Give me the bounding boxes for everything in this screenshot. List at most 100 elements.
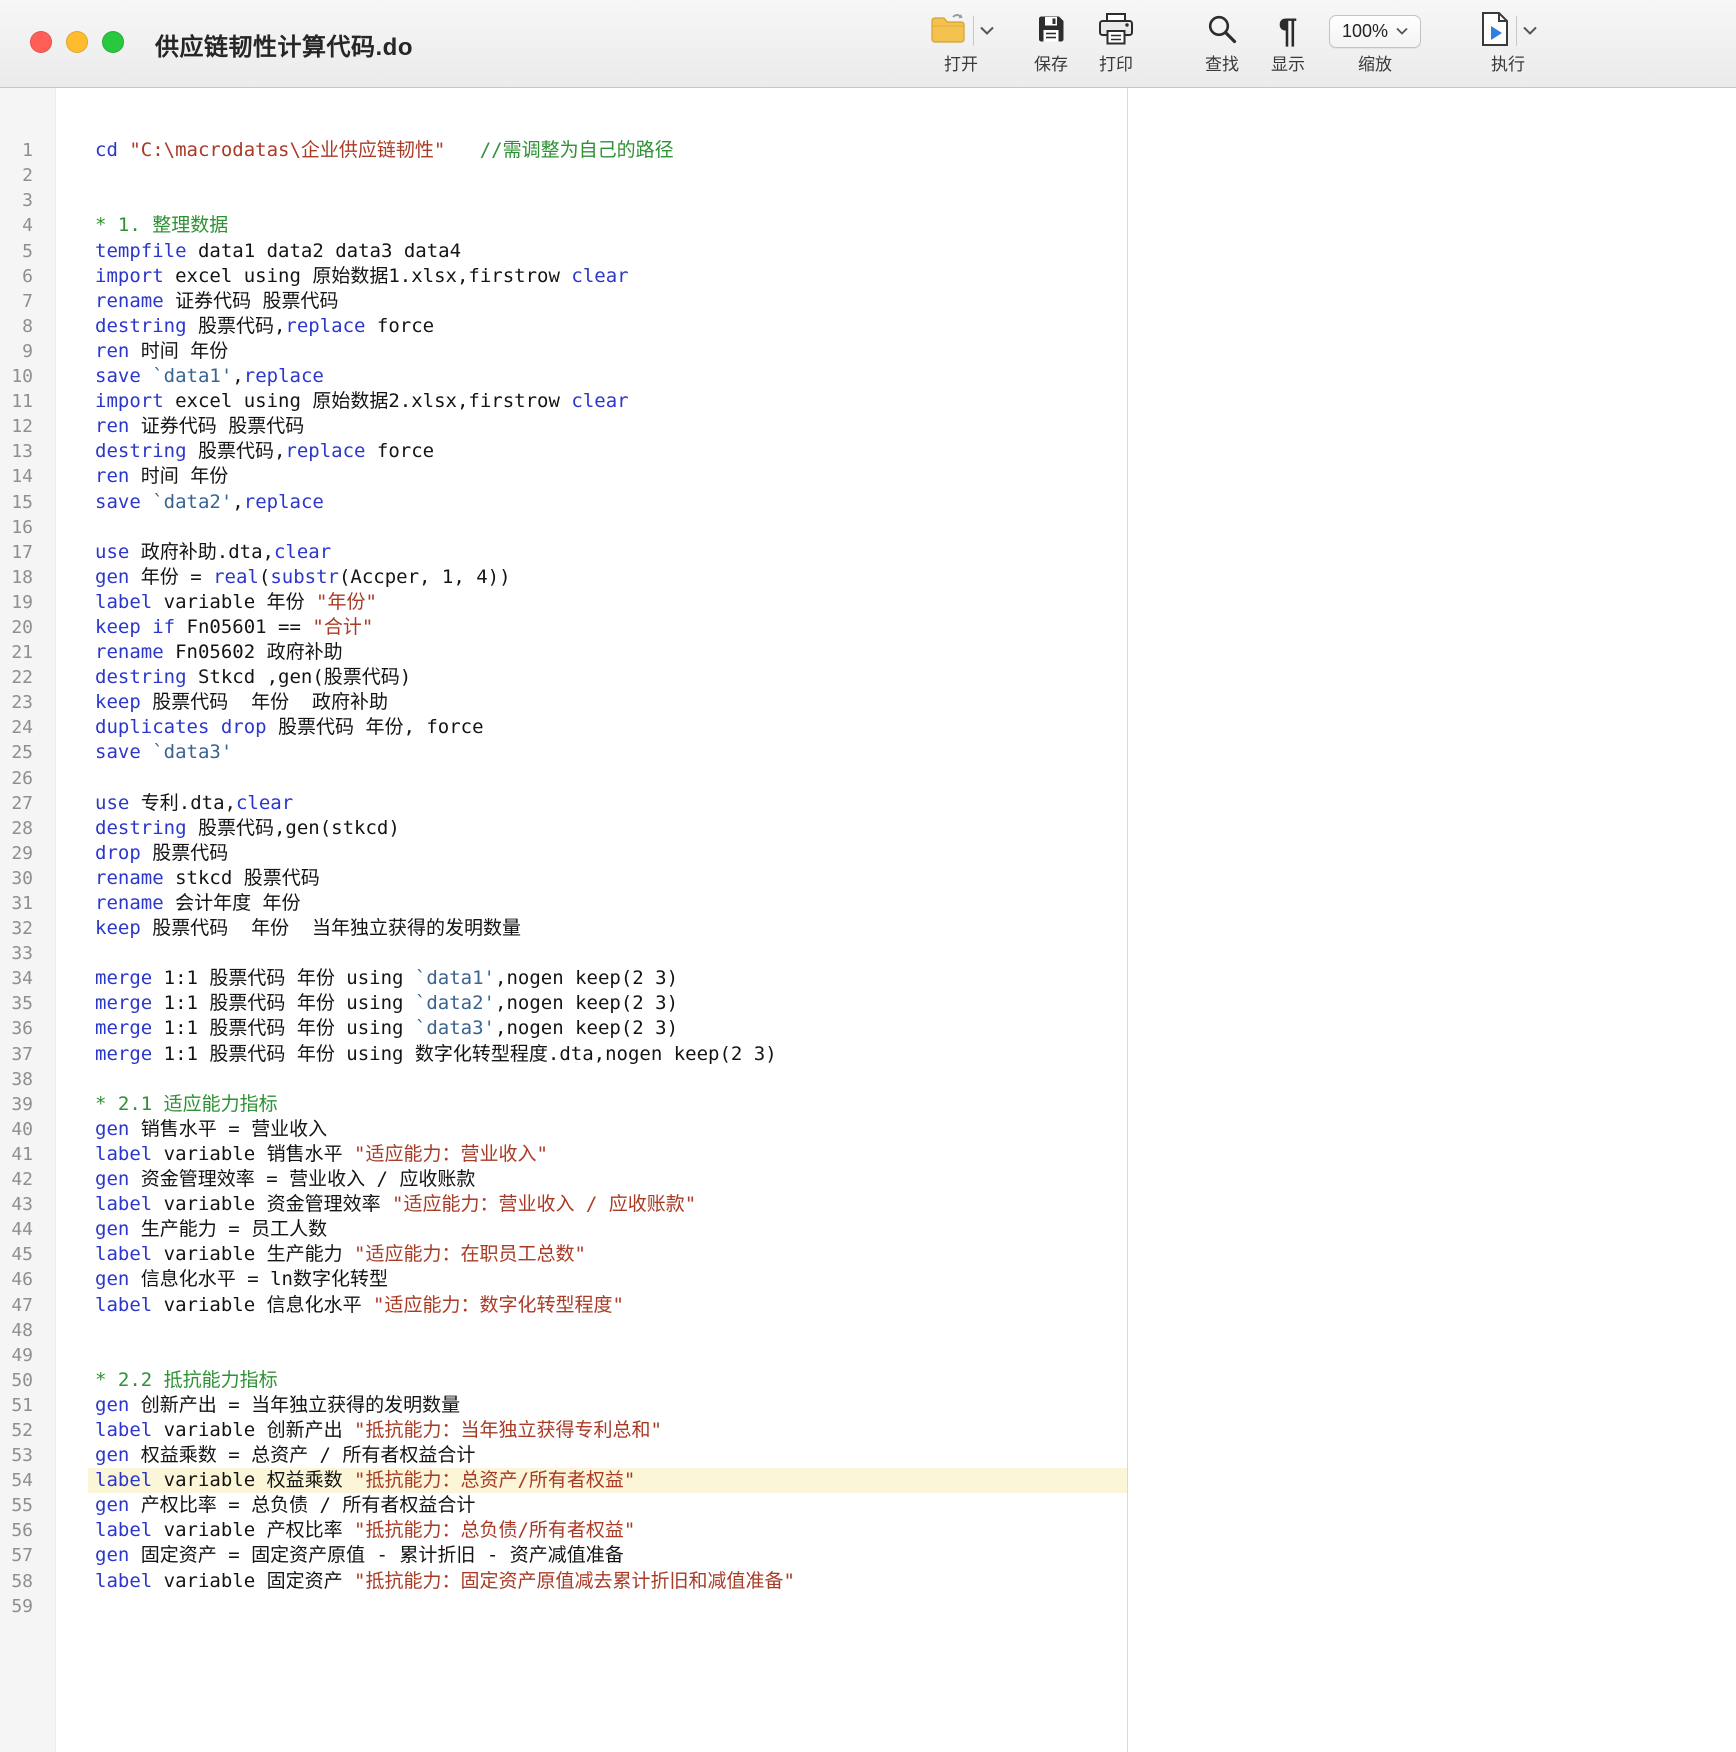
toolbar-show[interactable]: ¶ 显示 (1258, 7, 1318, 75)
code-line[interactable]: 58label variable 固定资产 "抵抗能力：固定资产原值减去累计折旧… (0, 1569, 1127, 1594)
code-line[interactable]: 3 (0, 188, 1127, 213)
code-line[interactable]: 45label variable 生产能力 "适应能力：在职员工总数" (0, 1242, 1127, 1267)
code-line[interactable]: 28destring 股票代码,gen(stkcd) (0, 816, 1127, 841)
code-line[interactable]: 16 (0, 515, 1127, 540)
code-line[interactable]: 50* 2.2 抵抗能力指标 (0, 1368, 1127, 1393)
zoom-label: 缩放 (1358, 55, 1392, 75)
line-number: 36 (0, 1016, 56, 1041)
code-line[interactable]: 53gen 权益乘数 = 总资产 / 所有者权益合计 (0, 1443, 1127, 1468)
code-line[interactable]: 10save `data1',replace (0, 364, 1127, 389)
code-line[interactable]: 26 (0, 766, 1127, 791)
close-button[interactable] (30, 31, 52, 53)
toolbar-print[interactable]: 打印 (1086, 7, 1146, 75)
code-line[interactable]: 55gen 产权比率 = 总负债 / 所有者权益合计 (0, 1493, 1127, 1518)
code-line[interactable]: 37merge 1:1 股票代码 年份 using 数字化转型程度.dta,no… (0, 1042, 1127, 1067)
code-line[interactable]: 1cd "C:\macrodatas\企业供应链韧性" //需调整为自己的路径 (0, 138, 1127, 163)
code-line[interactable]: 13 destring 股票代码,replace force (0, 439, 1127, 464)
code-line[interactable]: 41label variable 销售水平 "适应能力：营业收入" (0, 1142, 1127, 1167)
run-do-icon[interactable] (1480, 11, 1510, 52)
code-text: label variable 资金管理效率 "适应能力：营业收入 / 应收账款" (88, 1192, 1127, 1217)
toolbar-save[interactable]: 保存 (1021, 7, 1081, 75)
code-line[interactable]: 49 (0, 1343, 1127, 1368)
code-text: gen 资金管理效率 = 营业收入 / 应收账款 (88, 1167, 1127, 1192)
code-line[interactable]: 2 (0, 163, 1127, 188)
code-line[interactable]: 19label variable 年份 "年份" (0, 590, 1127, 615)
code-text: destring 股票代码,replace force (88, 439, 1127, 464)
code-line[interactable]: 39* 2.1 适应能力指标 (0, 1092, 1127, 1117)
code-line[interactable]: 20keep if Fn05601 == "合计" (0, 615, 1127, 640)
line-number: 38 (0, 1067, 56, 1092)
code-text: label variable 固定资产 "抵抗能力：固定资产原值减去累计折旧和减… (88, 1569, 1127, 1594)
toolbar-find[interactable]: 查找 (1192, 7, 1252, 75)
line-number: 23 (0, 690, 56, 715)
code-line[interactable]: 15save `data2',replace (0, 490, 1127, 515)
code-line[interactable]: 59 (0, 1594, 1127, 1619)
line-number: 7 (0, 289, 56, 314)
line-number: 20 (0, 615, 56, 640)
maximize-button[interactable] (102, 31, 124, 53)
line-number: 55 (0, 1493, 56, 1518)
code-line[interactable]: 5tempfile data1 data2 data3 data4 (0, 239, 1127, 264)
line-number: 13 (0, 439, 56, 464)
code-text: * 2.2 抵抗能力指标 (88, 1368, 1127, 1393)
line-number: 21 (0, 640, 56, 665)
open-dropdown-chevron-icon[interactable] (980, 22, 994, 40)
code-line[interactable]: 40gen 销售水平 = 营业收入 (0, 1117, 1127, 1142)
code-line[interactable]: 9ren 时间 年份 (0, 339, 1127, 364)
line-number: 24 (0, 715, 56, 740)
code-line[interactable]: 36merge 1:1 股票代码 年份 using `data3',nogen … (0, 1016, 1127, 1041)
code-line[interactable]: 52label variable 创新产出 "抵抗能力：当年独立获得专利总和" (0, 1418, 1127, 1443)
code-line[interactable]: 33 (0, 941, 1127, 966)
code-line[interactable]: 27use 专利.dta,clear (0, 791, 1127, 816)
save-floppy-icon (1034, 12, 1068, 51)
code-line[interactable]: 11import excel using 原始数据2.xlsx,firstrow… (0, 389, 1127, 414)
line-number: 18 (0, 565, 56, 590)
line-number: 11 (0, 389, 56, 414)
run-divider (1516, 16, 1517, 46)
minimize-button[interactable] (66, 31, 88, 53)
code-line[interactable]: 56label variable 产权比率 "抵抗能力：总负债/所有者权益" (0, 1518, 1127, 1543)
line-number: 35 (0, 991, 56, 1016)
code-line[interactable]: 6import excel using 原始数据1.xlsx,firstrow … (0, 264, 1127, 289)
code-line[interactable]: 18gen 年份 = real(substr(Accper, 1, 4)) (0, 565, 1127, 590)
code-line[interactable]: 24duplicates drop 股票代码 年份, force (0, 715, 1127, 740)
code-line[interactable]: 23keep 股票代码 年份 政府补助 (0, 690, 1127, 715)
code-line[interactable]: 34merge 1:1 股票代码 年份 using `data1',nogen … (0, 966, 1127, 991)
pilcrow-icon: ¶ (1279, 14, 1298, 48)
run-dropdown-chevron-icon[interactable] (1523, 22, 1537, 40)
code-line[interactable]: 51gen 创新产出 = 当年独立获得的发明数量 (0, 1393, 1127, 1418)
code-line[interactable]: 12ren 证券代码 股票代码 (0, 414, 1127, 439)
code-line[interactable]: 43label variable 资金管理效率 "适应能力：营业收入 / 应收账… (0, 1192, 1127, 1217)
code-line[interactable]: 22destring Stkcd ,gen(股票代码) (0, 665, 1127, 690)
code-line[interactable]: 32keep 股票代码 年份 当年独立获得的发明数量 (0, 916, 1127, 941)
open-folder-icon[interactable] (929, 13, 967, 50)
code-line[interactable]: 8destring 股票代码,replace force (0, 314, 1127, 339)
line-number: 56 (0, 1518, 56, 1543)
code-line[interactable]: 44gen 生产能力 = 员工人数 (0, 1217, 1127, 1242)
code-line[interactable]: 48 (0, 1318, 1127, 1343)
code-line[interactable]: 7rename 证券代码 股票代码 (0, 289, 1127, 314)
code-line[interactable]: 35merge 1:1 股票代码 年份 using `data2',nogen … (0, 991, 1127, 1016)
code-line[interactable]: 4* 1. 整理数据 (0, 213, 1127, 238)
code-line[interactable]: 38 (0, 1067, 1127, 1092)
code-line[interactable]: 42 gen 资金管理效率 = 营业收入 / 应收账款 (0, 1167, 1127, 1192)
code-line[interactable]: 54label variable 权益乘数 "抵抗能力：总资产/所有者权益" (0, 1468, 1127, 1493)
code-text: save `data1',replace (88, 364, 1127, 389)
line-number: 52 (0, 1418, 56, 1443)
search-icon (1206, 13, 1238, 50)
code-line[interactable]: 21rename Fn05602 政府补助 (0, 640, 1127, 665)
code-editor[interactable]: 1cd "C:\macrodatas\企业供应链韧性" //需调整为自己的路径2… (0, 88, 1127, 1752)
code-line[interactable]: 17use 政府补助.dta,clear (0, 540, 1127, 565)
code-line[interactable]: 30rename stkcd 股票代码 (0, 866, 1127, 891)
code-line[interactable]: 14ren 时间 年份 (0, 464, 1127, 489)
line-number: 42 (0, 1167, 56, 1192)
code-line[interactable]: 29drop 股票代码 (0, 841, 1127, 866)
line-number: 59 (0, 1594, 56, 1619)
code-line[interactable]: 57gen 固定资产 = 固定资产原值 - 累计折旧 - 资产减值准备 (0, 1543, 1127, 1568)
code-line[interactable]: 31rename 会计年度 年份 (0, 891, 1127, 916)
toolbar-zoom: 100% 缩放 (1327, 7, 1423, 75)
code-line[interactable]: 25save `data3' (0, 740, 1127, 765)
code-line[interactable]: 47label variable 信息化水平 "适应能力：数字化转型程度" (0, 1293, 1127, 1318)
code-line[interactable]: 46gen 信息化水平 = ln数字化转型 (0, 1267, 1127, 1292)
zoom-dropdown[interactable]: 100% (1329, 15, 1421, 48)
